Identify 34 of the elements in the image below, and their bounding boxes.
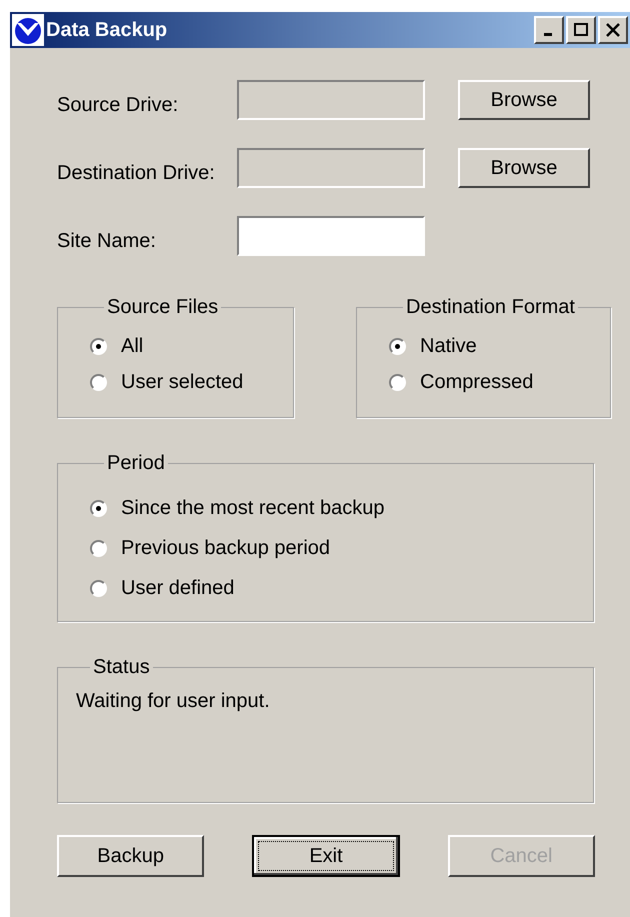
maximize-icon[interactable]: [566, 16, 596, 44]
browse-button[interactable]: Browse: [458, 80, 590, 120]
status-text: Waiting for user input.: [76, 689, 271, 714]
radio-button[interactable]: [389, 338, 406, 354]
field-label: Source Drive:: [57, 93, 180, 118]
radio-button[interactable]: [90, 500, 107, 516]
radio-button[interactable]: [90, 374, 107, 390]
drive-field[interactable]: [237, 148, 425, 188]
radio-button[interactable]: [90, 540, 107, 556]
radio-button[interactable]: [90, 580, 107, 596]
radio-button[interactable]: [90, 338, 107, 354]
radio-button[interactable]: [389, 374, 406, 390]
group-title: Source Files: [106, 295, 220, 320]
app-logo-icon: [12, 14, 44, 46]
window-title: Data Backup: [46, 18, 168, 43]
minimize-icon[interactable]: [534, 16, 564, 44]
radio-label: User defined: [121, 576, 234, 601]
radio-label: Compressed: [420, 370, 534, 395]
group-title: Destination Format: [405, 295, 576, 320]
dialog-button[interactable]: Backup: [57, 835, 204, 877]
radio-label: All: [121, 334, 144, 359]
group-title: Status: [92, 655, 151, 680]
browse-button[interactable]: Browse: [458, 148, 590, 188]
field-label: Destination Drive:: [57, 161, 216, 186]
dialog-button[interactable]: Exit: [252, 835, 400, 877]
field-label: Site Name:: [57, 229, 157, 254]
group-title: Period: [106, 451, 166, 476]
close-icon[interactable]: [598, 16, 628, 44]
radio-label: Previous backup period: [121, 536, 330, 561]
radio-label: Native: [420, 334, 477, 359]
site-name-field[interactable]: [237, 216, 425, 256]
radio-label: User selected: [121, 370, 244, 395]
drive-field[interactable]: [237, 80, 425, 120]
radio-label: Since the most recent backup: [121, 496, 384, 521]
